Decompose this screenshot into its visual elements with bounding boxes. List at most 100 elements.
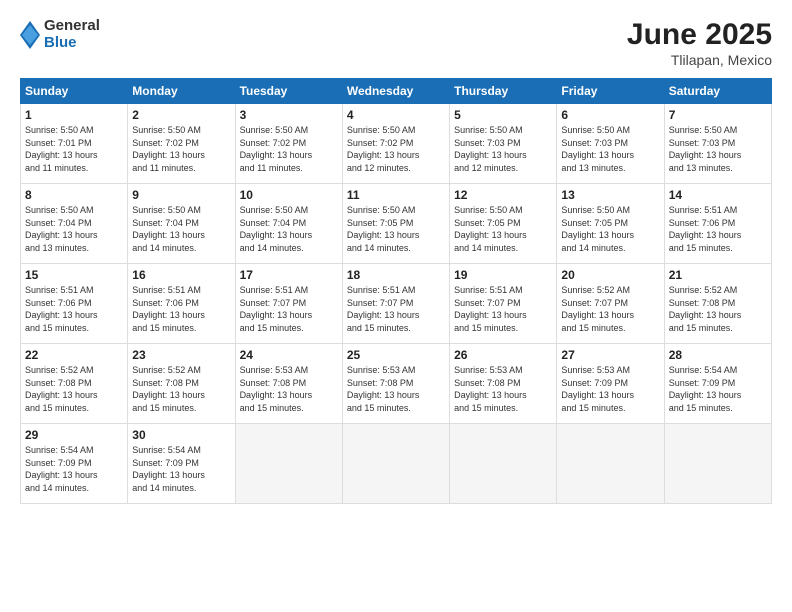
calendar-cell: 7 Sunrise: 5:50 AM Sunset: 7:03 PM Daylig… xyxy=(664,104,771,184)
day-info: Sunrise: 5:54 AM Sunset: 7:09 PM Dayligh… xyxy=(132,444,230,494)
day-number: 7 xyxy=(669,108,767,122)
day-info: Sunrise: 5:50 AM Sunset: 7:04 PM Dayligh… xyxy=(132,204,230,254)
calendar-cell: 22 Sunrise: 5:52 AM Sunset: 7:08 PM Dayli… xyxy=(21,344,128,424)
calendar-cell: 30 Sunrise: 5:54 AM Sunset: 7:09 PM Dayli… xyxy=(128,424,235,504)
header-sunday: Sunday xyxy=(21,79,128,104)
calendar-cell: 23 Sunrise: 5:52 AM Sunset: 7:08 PM Dayli… xyxy=(128,344,235,424)
day-info: Sunrise: 5:51 AM Sunset: 7:07 PM Dayligh… xyxy=(454,284,552,334)
day-number: 16 xyxy=(132,268,230,282)
calendar-cell: 3Sunrise: 5:50 AM Sunset: 7:02 PM Daylig… xyxy=(235,104,342,184)
day-info: Sunrise: 5:52 AM Sunset: 7:08 PM Dayligh… xyxy=(132,364,230,414)
day-number: 15 xyxy=(25,268,123,282)
day-number: 29 xyxy=(25,428,123,442)
header-thursday: Thursday xyxy=(450,79,557,104)
day-info: Sunrise: 5:50 AM Sunset: 7:05 PM Dayligh… xyxy=(454,204,552,254)
header-monday: Monday xyxy=(128,79,235,104)
day-number: 18 xyxy=(347,268,445,282)
day-number: 5 xyxy=(454,108,552,122)
day-info: Sunrise: 5:53 AM Sunset: 7:08 PM Dayligh… xyxy=(240,364,338,414)
calendar-cell: 15 Sunrise: 5:51 AM Sunset: 7:06 PM Dayli… xyxy=(21,264,128,344)
calendar-cell xyxy=(235,424,342,504)
calendar-cell: 1Sunrise: 5:50 AM Sunset: 7:01 PM Daylig… xyxy=(21,104,128,184)
day-number: 14 xyxy=(669,188,767,202)
calendar-cell: 9 Sunrise: 5:50 AM Sunset: 7:04 PM Daylig… xyxy=(128,184,235,264)
calendar-cell: 12 Sunrise: 5:50 AM Sunset: 7:05 PM Dayli… xyxy=(450,184,557,264)
calendar-cell: 8 Sunrise: 5:50 AM Sunset: 7:04 PM Daylig… xyxy=(21,184,128,264)
day-number: 6 xyxy=(561,108,659,122)
day-number: 4 xyxy=(347,108,445,122)
calendar-cell: 28Sunrise: 5:54 AM Sunset: 7:09 PM Dayli… xyxy=(664,344,771,424)
calendar-cell: 11Sunrise: 5:50 AM Sunset: 7:05 PM Dayli… xyxy=(342,184,449,264)
calendar-cell: 18 Sunrise: 5:51 AM Sunset: 7:07 PM Dayli… xyxy=(342,264,449,344)
day-number: 24 xyxy=(240,348,338,362)
day-number: 11 xyxy=(347,188,445,202)
day-info: Sunrise: 5:50 AM Sunset: 7:03 PM Dayligh… xyxy=(561,124,659,174)
day-info: Sunrise: 5:50 AM Sunset: 7:02 PM Dayligh… xyxy=(347,124,445,174)
calendar-table: Sunday Monday Tuesday Wednesday Thursday… xyxy=(20,78,772,504)
day-number: 25 xyxy=(347,348,445,362)
day-info: Sunrise: 5:51 AM Sunset: 7:07 PM Dayligh… xyxy=(347,284,445,334)
header-friday: Friday xyxy=(557,79,664,104)
logo-blue-text: Blue xyxy=(44,35,100,52)
day-info: Sunrise: 5:50 AM Sunset: 7:02 PM Dayligh… xyxy=(132,124,230,174)
calendar-header-row: Sunday Monday Tuesday Wednesday Thursday… xyxy=(21,79,772,104)
calendar-cell: 13 Sunrise: 5:50 AM Sunset: 7:05 PM Dayli… xyxy=(557,184,664,264)
day-number: 8 xyxy=(25,188,123,202)
day-number: 17 xyxy=(240,268,338,282)
calendar-cell: 26 Sunrise: 5:53 AM Sunset: 7:08 PM Dayli… xyxy=(450,344,557,424)
day-number: 13 xyxy=(561,188,659,202)
calendar-cell: 25 Sunrise: 5:53 AM Sunset: 7:08 PM Dayli… xyxy=(342,344,449,424)
day-info: Sunrise: 5:51 AM Sunset: 7:07 PM Dayligh… xyxy=(240,284,338,334)
day-number: 9 xyxy=(132,188,230,202)
day-info: Sunrise: 5:50 AM Sunset: 7:03 PM Dayligh… xyxy=(669,124,767,174)
main-title: June 2025 xyxy=(627,18,772,52)
calendar-cell: 17 Sunrise: 5:51 AM Sunset: 7:07 PM Dayli… xyxy=(235,264,342,344)
day-info: Sunrise: 5:51 AM Sunset: 7:06 PM Dayligh… xyxy=(669,204,767,254)
day-info: Sunrise: 5:53 AM Sunset: 7:08 PM Dayligh… xyxy=(454,364,552,414)
logo-general-text: General xyxy=(44,18,100,35)
calendar-cell: 29 Sunrise: 5:54 AM Sunset: 7:09 PM Dayli… xyxy=(21,424,128,504)
calendar-cell: 2 Sunrise: 5:50 AM Sunset: 7:02 PM Daylig… xyxy=(128,104,235,184)
day-info: Sunrise: 5:51 AM Sunset: 7:06 PM Dayligh… xyxy=(132,284,230,334)
logo: General Blue xyxy=(20,18,100,51)
day-number: 26 xyxy=(454,348,552,362)
calendar-cell xyxy=(450,424,557,504)
header-saturday: Saturday xyxy=(664,79,771,104)
calendar-cell xyxy=(664,424,771,504)
day-number: 30 xyxy=(132,428,230,442)
calendar-cell: 10Sunrise: 5:50 AM Sunset: 7:04 PM Dayli… xyxy=(235,184,342,264)
page-header: General Blue June 2025 Tlilapan, Mexico xyxy=(20,18,772,68)
day-number: 12 xyxy=(454,188,552,202)
day-info: Sunrise: 5:53 AM Sunset: 7:09 PM Dayligh… xyxy=(561,364,659,414)
day-number: 20 xyxy=(561,268,659,282)
calendar-cell: 4 Sunrise: 5:50 AM Sunset: 7:02 PM Daylig… xyxy=(342,104,449,184)
day-info: Sunrise: 5:53 AM Sunset: 7:08 PM Dayligh… xyxy=(347,364,445,414)
day-info: Sunrise: 5:52 AM Sunset: 7:08 PM Dayligh… xyxy=(25,364,123,414)
day-info: Sunrise: 5:54 AM Sunset: 7:09 PM Dayligh… xyxy=(669,364,767,414)
day-info: Sunrise: 5:50 AM Sunset: 7:04 PM Dayligh… xyxy=(25,204,123,254)
header-tuesday: Tuesday xyxy=(235,79,342,104)
day-number: 21 xyxy=(669,268,767,282)
calendar-cell xyxy=(557,424,664,504)
day-number: 2 xyxy=(132,108,230,122)
day-number: 19 xyxy=(454,268,552,282)
calendar-cell xyxy=(342,424,449,504)
day-info: Sunrise: 5:50 AM Sunset: 7:03 PM Dayligh… xyxy=(454,124,552,174)
calendar-cell: 19 Sunrise: 5:51 AM Sunset: 7:07 PM Dayli… xyxy=(450,264,557,344)
calendar-cell: 24 Sunrise: 5:53 AM Sunset: 7:08 PM Dayli… xyxy=(235,344,342,424)
calendar-cell: 20 Sunrise: 5:52 AM Sunset: 7:07 PM Dayli… xyxy=(557,264,664,344)
day-info: Sunrise: 5:50 AM Sunset: 7:05 PM Dayligh… xyxy=(561,204,659,254)
day-number: 23 xyxy=(132,348,230,362)
day-number: 22 xyxy=(25,348,123,362)
title-block: June 2025 Tlilapan, Mexico xyxy=(627,18,772,68)
day-info: Sunrise: 5:54 AM Sunset: 7:09 PM Dayligh… xyxy=(25,444,123,494)
day-info: Sunrise: 5:52 AM Sunset: 7:08 PM Dayligh… xyxy=(669,284,767,334)
calendar-cell: 6 Sunrise: 5:50 AM Sunset: 7:03 PM Daylig… xyxy=(557,104,664,184)
day-info: Sunrise: 5:51 AM Sunset: 7:06 PM Dayligh… xyxy=(25,284,123,334)
day-info: Sunrise: 5:52 AM Sunset: 7:07 PM Dayligh… xyxy=(561,284,659,334)
calendar-cell: 21 Sunrise: 5:52 AM Sunset: 7:08 PM Dayli… xyxy=(664,264,771,344)
calendar-cell: 14 Sunrise: 5:51 AM Sunset: 7:06 PM Dayli… xyxy=(664,184,771,264)
day-info: Sunrise: 5:50 AM Sunset: 7:02 PM Dayligh… xyxy=(240,124,338,174)
day-info: Sunrise: 5:50 AM Sunset: 7:04 PM Dayligh… xyxy=(240,204,338,254)
header-wednesday: Wednesday xyxy=(342,79,449,104)
